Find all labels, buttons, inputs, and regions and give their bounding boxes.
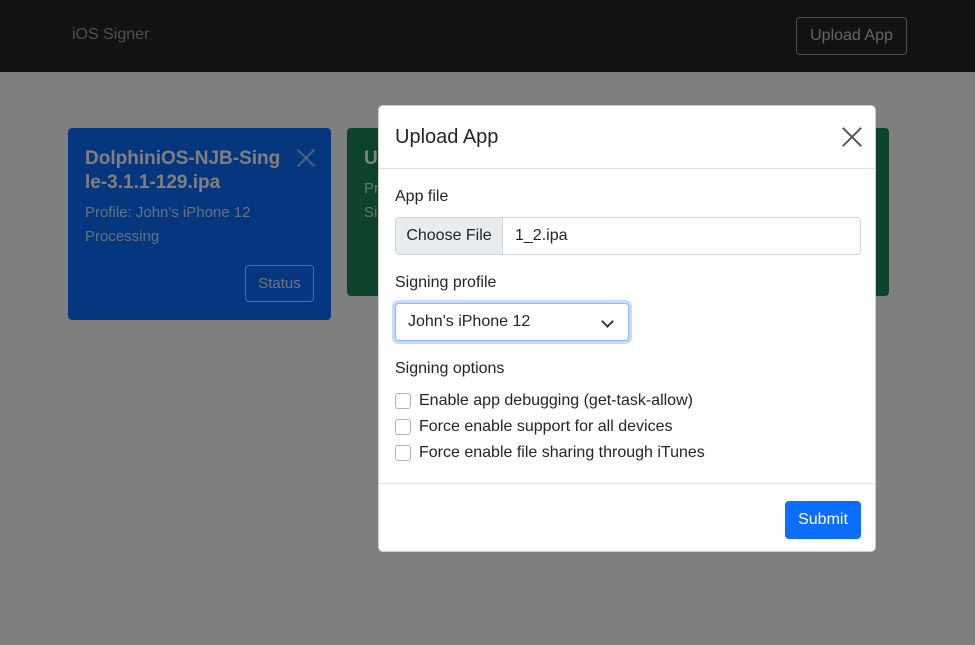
file-name: 1_2.ipa [515, 227, 568, 244]
option-label[interactable]: Force enable file sharing through iTunes [419, 444, 705, 462]
option-all-devices[interactable]: Force enable support for all devices [395, 417, 672, 437]
option-debugging[interactable]: Enable app debugging (get-task-allow) [395, 391, 693, 411]
checkbox[interactable] [395, 445, 411, 461]
chevron-down-icon [601, 315, 614, 328]
app-file-input[interactable]: Choose File 1_2.ipa [395, 217, 861, 255]
option-label[interactable]: Force enable support for all devices [419, 418, 672, 436]
checkbox[interactable] [395, 393, 411, 409]
modal-title: Upload App [395, 126, 499, 148]
signing-profile-label: Signing profile [395, 274, 497, 291]
option-file-sharing[interactable]: Force enable file sharing through iTunes [395, 443, 705, 463]
signing-options-label: Signing options [395, 360, 505, 377]
option-label[interactable]: Enable app debugging (get-task-allow) [419, 392, 693, 410]
close-icon[interactable] [842, 127, 862, 147]
signing-profile-select[interactable]: John's iPhone 12 [395, 303, 629, 341]
modal-header: Upload App [379, 106, 875, 169]
upload-app-modal: Upload App App file Choose File 1_2.ipa … [378, 105, 876, 552]
submit-button[interactable]: Submit [785, 501, 861, 539]
signing-profile-value: John's iPhone 12 [408, 313, 531, 330]
app-file-label: App file [395, 188, 449, 205]
checkbox[interactable] [395, 419, 411, 435]
choose-file-button[interactable]: Choose File [396, 218, 503, 254]
modal-footer: Submit [379, 483, 875, 552]
